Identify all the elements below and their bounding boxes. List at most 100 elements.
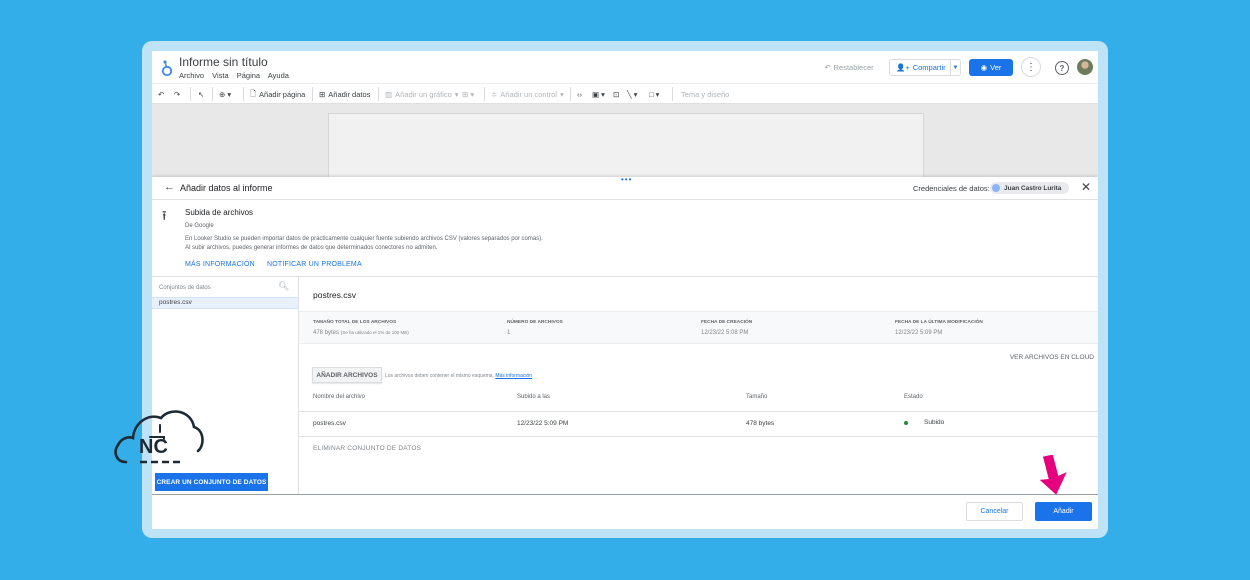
add-chart-label: Añadir un gráfico — [395, 89, 452, 99]
eye-icon: ◉ — [980, 63, 988, 72]
add-page-label: Añadir página — [259, 89, 306, 99]
looker-studio-logo-icon — [161, 60, 173, 77]
report-page[interactable] — [328, 113, 924, 183]
stat-value: 478 bytes (Se ha utilizado el 1% de 100 … — [313, 330, 409, 336]
dataset-search-input[interactable]: Conjuntos de datos — [159, 285, 211, 291]
upload-icon: ⭱ — [162, 208, 167, 223]
toolbar-divider — [190, 87, 191, 101]
stat-header: FECHA DE LA ÚLTIMA MODIFICACIÓN — [895, 320, 983, 325]
dataset-detail-pane: postres.csv TAMAÑO TOTAL DE LOS ARCHIVOS… — [299, 277, 1098, 494]
report-title[interactable]: Informe sin título — [179, 55, 268, 69]
stat-header: FECHA DE CREACIÓN — [701, 320, 753, 325]
community-viz-icon[interactable]: ⊞ ▾ — [462, 87, 474, 101]
share-button[interactable]: 👤+ Compartir ▼ — [889, 59, 961, 76]
dataset-title: postres.csv — [313, 290, 356, 300]
menu-help[interactable]: Ayuda — [268, 71, 289, 80]
select-cursor-icon[interactable]: ↖ — [198, 87, 204, 101]
view-button[interactable]: ◉ Ver — [969, 59, 1013, 76]
toolbar-divider — [570, 87, 571, 101]
nc-logo-text: NC — [139, 436, 168, 458]
embed-code-icon[interactable]: ‹› — [577, 87, 582, 101]
filter-control-icon: ≑ — [491, 89, 498, 99]
menu-bar: Archivo Vista Página Ayuda — [179, 71, 295, 80]
column-header-status: Estado — [904, 394, 923, 400]
cancel-button[interactable]: Cancelar — [966, 502, 1023, 521]
undo-icon[interactable]: ↶ — [158, 87, 164, 101]
back-arrow-icon[interactable]: ← — [164, 181, 175, 193]
share-dropdown-icon[interactable]: ▼ — [950, 60, 960, 75]
undo-arrow-icon: ↶ — [824, 63, 831, 72]
add-button[interactable]: Añadir — [1035, 502, 1092, 521]
status-ok-icon — [904, 421, 908, 425]
add-control-button[interactable]: ≑ Añadir un control ▾ — [491, 87, 564, 101]
more-info-link[interactable]: MÁS INFORMACIÓN — [185, 261, 255, 268]
toolbar-divider — [212, 87, 213, 101]
report-issue-link[interactable]: NOTIFICAR UN PROBLEMA — [267, 261, 362, 268]
stat-value: 12/23/22 5:09 PM — [895, 330, 943, 336]
share-label: Compartir — [912, 63, 946, 72]
add-data-icon: ⊞ — [319, 89, 326, 99]
chevron-down-icon: ▾ — [454, 89, 459, 99]
more-options-icon[interactable]: ⋮ — [1021, 57, 1041, 77]
table-divider — [299, 436, 1098, 437]
add-files-button[interactable]: AÑADIR ARCHIVOS — [312, 367, 382, 383]
view-label: Ver — [990, 63, 1002, 72]
user-avatar[interactable] — [1077, 59, 1093, 75]
panel-footer: Cancelar Añadir — [152, 494, 1098, 529]
add-data-label: Añadir datos — [328, 89, 371, 99]
file-name-cell: postres.csv — [313, 420, 346, 427]
report-canvas-area — [152, 104, 1098, 183]
app-header: Informe sin título Archivo Vista Página … — [152, 51, 1098, 83]
credentials-user: Juan Castro Lurita — [1004, 184, 1062, 192]
help-icon[interactable]: ? — [1055, 61, 1069, 75]
menu-view[interactable]: Vista — [212, 71, 229, 80]
add-files-note: Los archivos deben contener el mismo esq… — [385, 373, 532, 379]
column-header-uploaded: Subido a las — [517, 394, 551, 400]
add-page-button[interactable]: 🗋 Añadir página — [250, 87, 305, 101]
create-dataset-button[interactable]: CREAR UN CONJUNTO DE DATOS — [155, 473, 268, 491]
menu-page[interactable]: Página — [237, 71, 260, 80]
theme-layout-button[interactable]: Tema y diseño — [681, 87, 729, 101]
add-data-button[interactable]: ⊞ Añadir datos — [319, 87, 370, 101]
add-files-info-link[interactable]: Más información — [495, 373, 532, 379]
stat-created: FECHA DE CREACIÓN 12/23/22 5:08 PM — [701, 320, 752, 336]
panel-title: Añadir datos al informe — [180, 183, 273, 193]
zoom-icon[interactable]: ⊕ ▾ — [219, 87, 231, 101]
shape-icon[interactable]: □ ▾ — [649, 87, 659, 101]
stat-modified: FECHA DE LA ÚLTIMA MODIFICACIÓN 12/23/22… — [895, 320, 983, 336]
file-size-cell: 478 bytes — [746, 420, 775, 427]
search-icon[interactable]: 🔍︎ — [278, 281, 289, 292]
chevron-down-icon: ▾ — [560, 89, 564, 99]
stat-file-count: NÚMERO DE ARCHIVOS 1 — [507, 320, 563, 336]
stat-note: (Se ha utilizado el 1% de 100 MB) — [340, 330, 409, 335]
stat-value-text: 478 bytes — [313, 330, 340, 336]
reset-button[interactable]: ↶ Restablecer — [818, 59, 880, 76]
redo-icon[interactable]: ↷ — [174, 87, 180, 101]
add-chart-button[interactable]: ▥ Añadir un gráfico ▾ — [385, 87, 459, 101]
looker-studio-window: Informe sin título Archivo Vista Página … — [152, 51, 1098, 529]
toolbar-divider — [672, 87, 673, 101]
stat-header: NÚMERO DE ARCHIVOS — [507, 320, 563, 325]
column-header-size: Tamaño — [746, 394, 768, 400]
file-uploaded-cell: 12/23/22 5:09 PM — [517, 420, 569, 427]
delete-dataset-link[interactable]: ELIMINAR CONJUNTO DE DATOS — [313, 445, 421, 452]
user-icon — [992, 184, 1000, 192]
toolbar-divider — [243, 87, 244, 101]
close-icon[interactable]: ✕ — [1081, 180, 1091, 194]
credentials-user-chip[interactable]: Juan Castro Lurita — [990, 182, 1070, 194]
stat-value: 1 — [507, 330, 511, 336]
view-in-cloud-link[interactable]: VER ARCHIVOS EN CLOUD — [1010, 354, 1094, 361]
stat-total-size: TAMAÑO TOTAL DE LOS ARCHIVOS 478 bytes (… — [313, 320, 409, 336]
panel-header: ← Añadir datos al informe Credenciales d… — [152, 177, 1098, 200]
menu-file[interactable]: Archivo — [179, 71, 204, 80]
toolbar-divider — [378, 87, 379, 101]
connector-author: De Google — [185, 223, 214, 229]
text-box-icon[interactable]: ⊡ — [613, 87, 619, 101]
add-control-label: Añadir un control — [500, 89, 557, 99]
dataset-list-item[interactable]: postres.csv — [152, 297, 298, 309]
stat-value: 12/23/22 5:08 PM — [701, 330, 749, 336]
credentials-label: Credenciales de datos: — [913, 184, 990, 193]
image-icon[interactable]: ▣ ▾ — [592, 87, 605, 101]
line-icon[interactable]: ╲ ▾ — [627, 87, 637, 101]
add-page-icon: 🗋 — [250, 88, 257, 98]
